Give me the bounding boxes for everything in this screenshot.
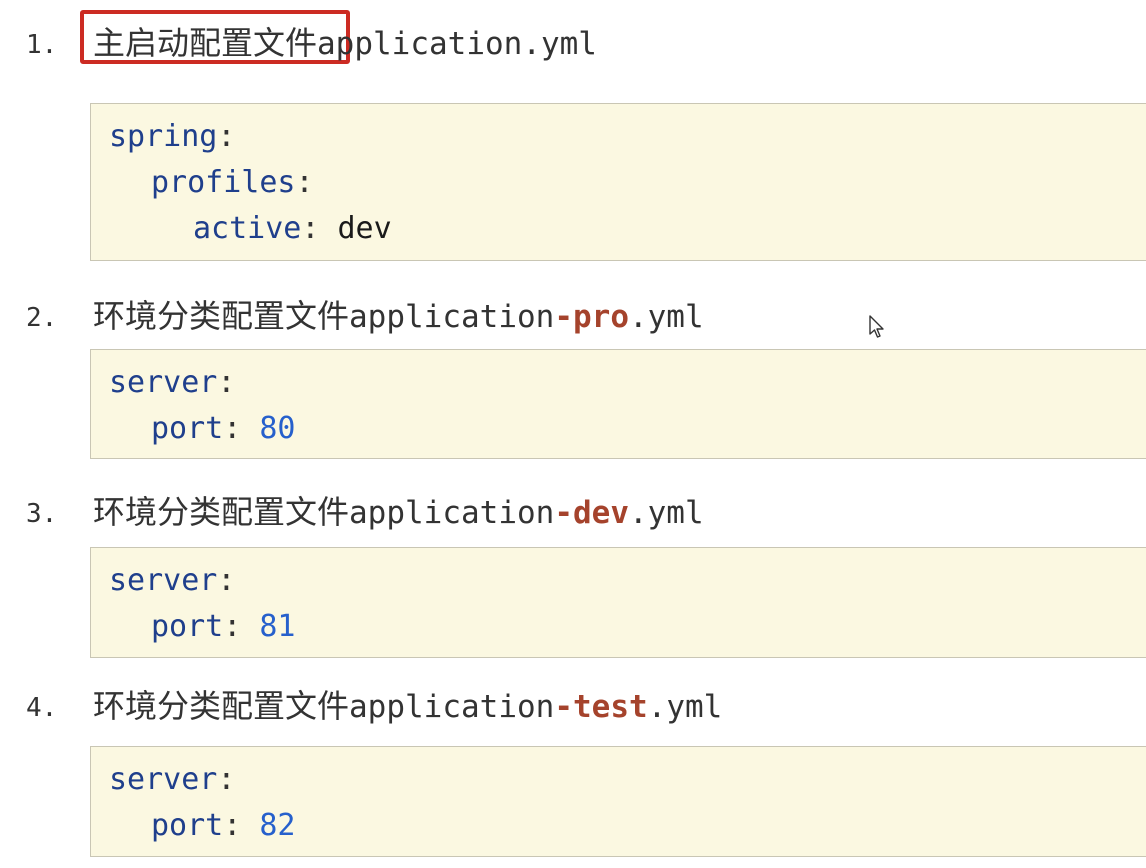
code-line: port: 80 [151,411,296,446]
code-line: port: 81 [151,609,296,644]
code-block-application-test: server: port: 82 [90,746,1146,857]
code-line: server: [109,563,236,598]
mouse-pointer-icon [869,315,884,338]
code-block-application-dev: server: port: 81 [90,547,1146,658]
code-line: spring: [109,119,236,154]
section-1-title-cn: 主启动配置文件 [93,24,318,62]
code-line: server: [109,762,236,797]
section-1-heading: 1. 主启动配置文件application.yml [0,10,1146,69]
section-4-number: 4. [26,693,58,723]
section-4-title: 环境分类配置文件application-test.yml [93,687,723,725]
section-4-heading: 4. 环境分类配置文件application-test.yml [0,681,1146,731]
section-3-number: 3. [26,499,58,529]
code-block-application: spring: profiles: active: dev [90,103,1146,261]
section-3-title: 环境分类配置文件application-dev.yml [93,493,704,531]
section-2-title: 环境分类配置文件application-pro.yml [93,297,704,335]
code-line: active: dev [193,211,392,246]
section-2-number: 2. [26,303,58,333]
section-1-title: 主启动配置文件application.yml [93,18,597,69]
section-2-heading: 2. 环境分类配置文件application-pro.yml [0,291,1146,341]
code-line: port: 82 [151,808,296,843]
code-line: profiles: [151,165,314,200]
section-1-title-file: application.yml [317,26,597,62]
section-1-number: 1. [26,30,58,60]
code-line: server: [109,365,236,400]
section-3-heading: 3. 环境分类配置文件application-dev.yml [0,487,1146,537]
code-block-application-pro: server: port: 80 [90,349,1146,459]
